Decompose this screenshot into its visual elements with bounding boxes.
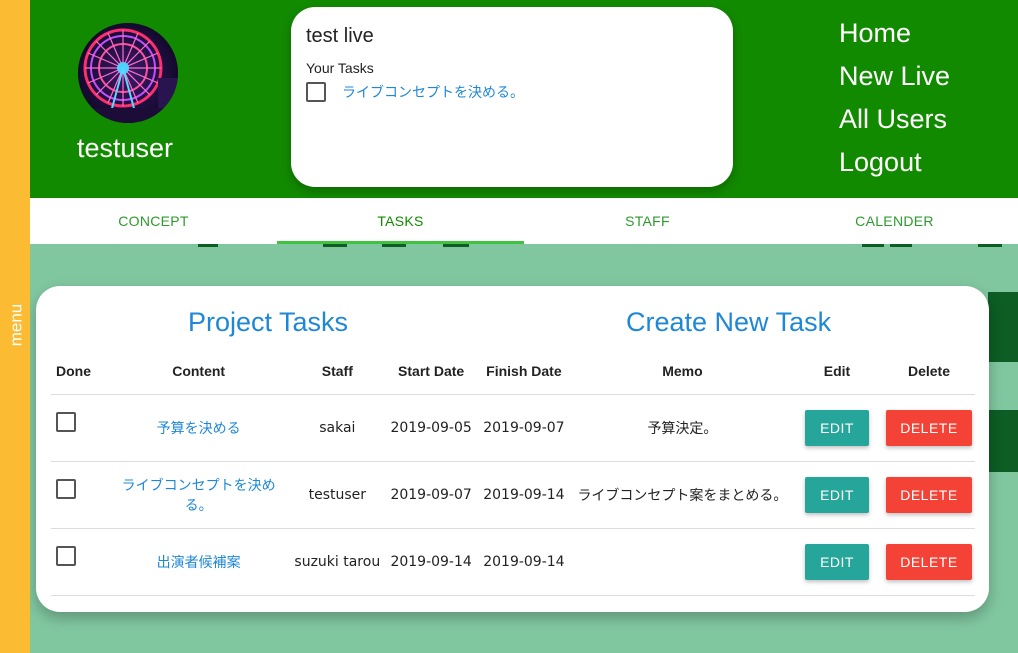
task-checkbox[interactable] bbox=[56, 411, 76, 432]
header: testuser test live Your Tasks ライブコンセプトを決… bbox=[30, 0, 1018, 198]
table-row: ライブコンセプトを決める。 testuser 2019-09-07 2019-0… bbox=[51, 461, 975, 529]
done-cell bbox=[51, 394, 111, 462]
content-cell: 出演者候補案 bbox=[110, 528, 287, 596]
nav-new-live[interactable]: New Live bbox=[839, 55, 950, 98]
staff-cell: testuser bbox=[286, 461, 389, 529]
background-fragment bbox=[443, 244, 469, 247]
finish-date-cell: 2019-09-07 bbox=[474, 394, 574, 462]
side-menu-rail[interactable]: menu bbox=[0, 0, 30, 653]
delete-button[interactable]: DELETE bbox=[885, 543, 972, 580]
tasks-table: Done Content Staff Start Date Finish Dat… bbox=[51, 348, 975, 596]
table-header-row: Done Content Staff Start Date Finish Dat… bbox=[51, 348, 975, 395]
tab-staff[interactable]: STAFF bbox=[524, 198, 771, 244]
edit-button[interactable]: EDIT bbox=[805, 409, 870, 446]
your-tasks-heading: Your Tasks bbox=[306, 60, 374, 76]
col-header-memo: Memo bbox=[573, 348, 792, 395]
edit-cell: EDIT bbox=[791, 461, 883, 529]
task-content-link[interactable]: 予算を決める bbox=[157, 421, 241, 437]
staff-cell: sakai bbox=[286, 394, 389, 462]
memo-cell: 予算決定。 bbox=[573, 394, 792, 462]
col-header-edit: Edit bbox=[791, 348, 883, 395]
col-header-content: Content bbox=[110, 348, 287, 395]
project-tasks-card: Project Tasks Create New Task Done Conte… bbox=[36, 286, 989, 612]
task-checkbox[interactable] bbox=[306, 82, 326, 102]
live-task-item: ライブコンセプトを決める。 bbox=[306, 82, 718, 102]
tab-concept[interactable]: CONCEPT bbox=[30, 198, 277, 244]
menu-label[interactable]: menu bbox=[6, 304, 26, 347]
table-row: 予算を決める sakai 2019-09-05 2019-09-07 予算決定。… bbox=[51, 394, 975, 462]
staff-cell: suzuki tarou bbox=[286, 528, 389, 596]
col-header-done: Done bbox=[51, 348, 111, 395]
edit-cell: EDIT bbox=[791, 394, 883, 462]
delete-button[interactable]: DELETE bbox=[885, 409, 972, 446]
edit-cell: EDIT bbox=[791, 528, 883, 596]
nav-home[interactable]: Home bbox=[839, 12, 950, 55]
content-cell: ライブコンセプトを決める。 bbox=[110, 461, 287, 529]
background-fragment bbox=[862, 244, 884, 247]
delete-cell: DELETE bbox=[882, 528, 975, 596]
done-cell bbox=[51, 528, 111, 596]
task-checkbox[interactable] bbox=[56, 478, 76, 499]
tab-tasks[interactable]: TASKS bbox=[277, 198, 524, 244]
main-nav: Home New Live All Users Logout bbox=[839, 12, 950, 184]
delete-cell: DELETE bbox=[882, 461, 975, 529]
done-cell bbox=[51, 461, 111, 529]
content-cell: 予算を決める bbox=[110, 394, 287, 462]
ferris-wheel-image bbox=[78, 23, 178, 123]
finish-date-cell: 2019-09-14 bbox=[474, 461, 574, 529]
live-task-link[interactable]: ライブコンセプトを決める。 bbox=[342, 82, 524, 102]
delete-button[interactable]: DELETE bbox=[885, 476, 972, 513]
background-fragment bbox=[978, 244, 1002, 247]
menu-label-wrap: menu bbox=[2, 300, 30, 350]
task-content-link[interactable]: ライブコンセプトを決める。 bbox=[122, 478, 276, 514]
live-card: test live Your Tasks ライブコンセプトを決める。 bbox=[291, 7, 733, 187]
nav-all-users[interactable]: All Users bbox=[839, 98, 950, 141]
avatar bbox=[78, 23, 178, 123]
username: testuser bbox=[77, 133, 174, 163]
background-fragment bbox=[323, 244, 347, 247]
finish-date-cell: 2019-09-14 bbox=[474, 528, 574, 596]
col-header-staff: Staff bbox=[286, 348, 389, 395]
memo-cell bbox=[573, 528, 792, 596]
start-date-cell: 2019-09-05 bbox=[388, 394, 475, 462]
memo-cell: ライブコンセプト案をまとめる。 bbox=[573, 461, 792, 529]
create-new-task-link[interactable]: Create New Task bbox=[626, 307, 831, 338]
background-fragment bbox=[198, 244, 218, 247]
live-title: test live bbox=[306, 25, 374, 47]
table-row: 出演者候補案 suzuki tarou 2019-09-14 2019-09-1… bbox=[51, 528, 975, 596]
background-fragment bbox=[382, 244, 406, 247]
nav-logout[interactable]: Logout bbox=[839, 141, 950, 184]
delete-cell: DELETE bbox=[882, 394, 975, 462]
background-fragment bbox=[890, 244, 912, 247]
project-tasks-title: Project Tasks bbox=[188, 307, 349, 337]
background-fragment bbox=[988, 292, 1018, 362]
start-date-cell: 2019-09-07 bbox=[388, 461, 475, 529]
start-date-cell: 2019-09-14 bbox=[388, 528, 475, 596]
edit-button[interactable]: EDIT bbox=[805, 476, 870, 513]
col-header-finish-date: Finish Date bbox=[474, 348, 574, 395]
col-header-delete: Delete bbox=[882, 348, 975, 395]
edit-button[interactable]: EDIT bbox=[805, 543, 870, 580]
col-header-start-date: Start Date bbox=[388, 348, 475, 395]
task-checkbox[interactable] bbox=[56, 545, 76, 566]
tab-bar: CONCEPT TASKS STAFF CALENDER bbox=[30, 198, 1018, 244]
task-content-link[interactable]: 出演者候補案 bbox=[157, 555, 241, 571]
tab-calender[interactable]: CALENDER bbox=[771, 198, 1018, 244]
background-fragment bbox=[988, 410, 1018, 472]
